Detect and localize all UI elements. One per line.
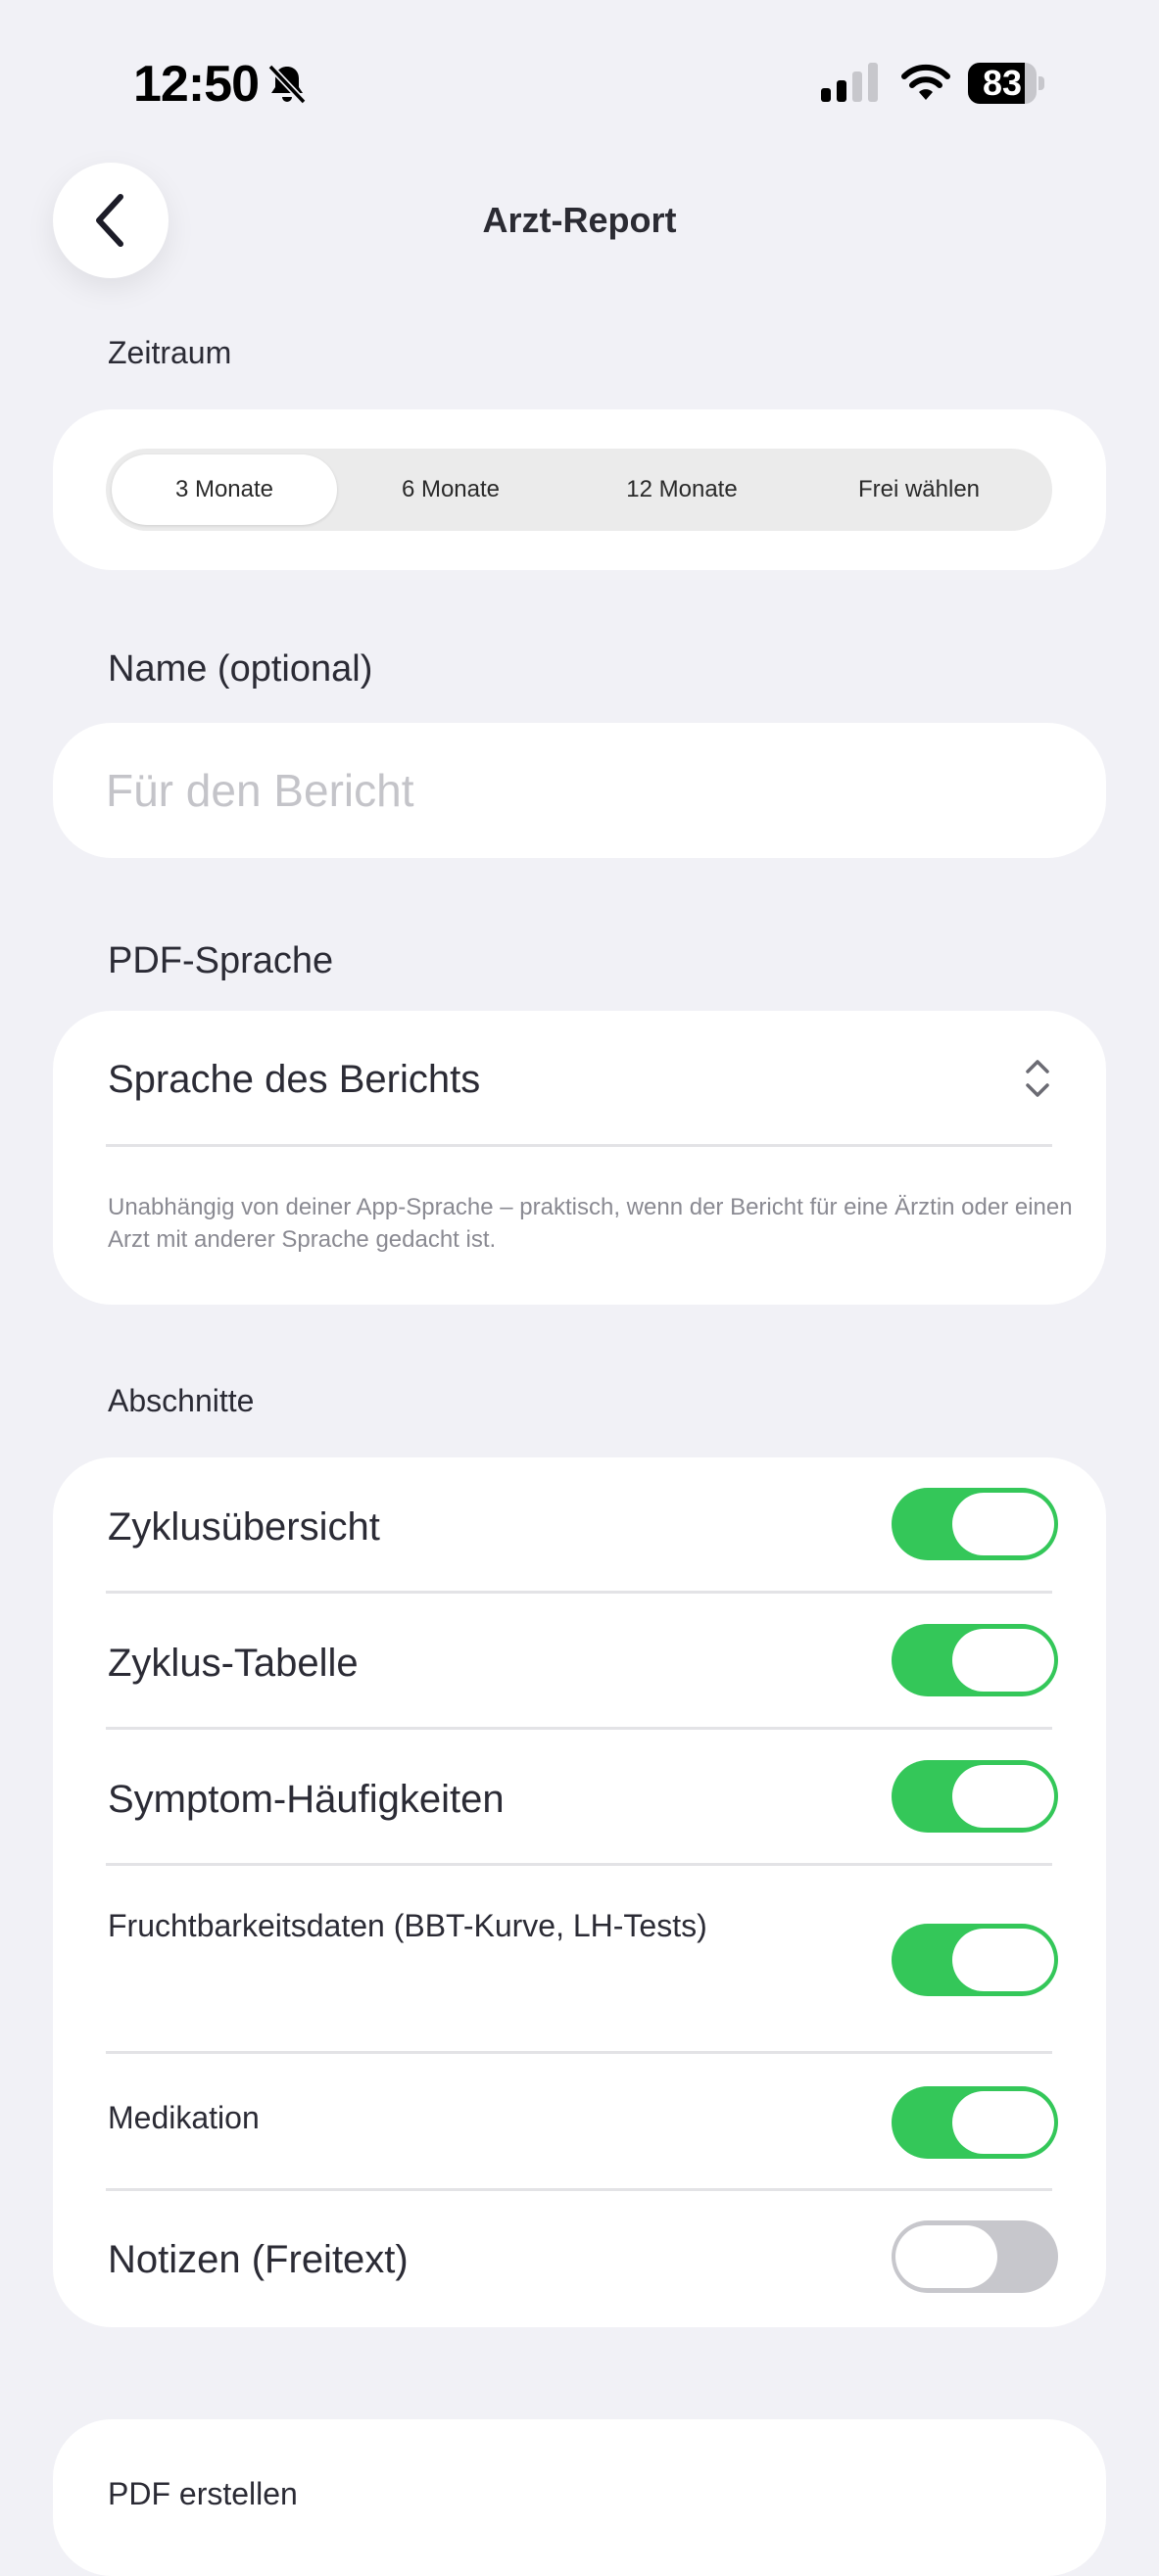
segment-12-monate[interactable]: 12 Monate	[594, 449, 770, 531]
divider	[106, 2188, 1052, 2191]
section-row-label: Zyklus-Tabelle	[108, 1642, 359, 1685]
battery-icon: 83	[968, 63, 1046, 104]
toggle-zyklus-tabelle[interactable]	[892, 1624, 1058, 1696]
section-row-label: Symptom-Häufigkeiten	[108, 1778, 505, 1821]
cellular-signal-icon	[821, 61, 882, 104]
sprache-picker[interactable]: Sprache des Berichts	[53, 1011, 1106, 1144]
pdf-sprache-label: PDF-Sprache	[108, 940, 334, 981]
pdf-erstellen-card[interactable]: PDF erstellen	[53, 2419, 1106, 2576]
toggle-knob	[952, 1929, 1054, 1991]
bell-slash-icon	[266, 63, 308, 106]
pdf-sprache-card: Sprache des Berichts Unabhängig von dein…	[53, 1011, 1106, 1305]
segment-3-monate[interactable]: 3 Monate	[112, 454, 337, 525]
zeitraum-card: 3 Monate 6 Monate 12 Monate Frei wählen	[53, 409, 1106, 570]
toggle-knob	[952, 1493, 1054, 1555]
section-row-label: Fruchtbarkeitsdaten (BBT-Kurve, LH-Tests…	[108, 1908, 707, 1943]
toggle-fruchtbarkeitsdaten[interactable]	[892, 1924, 1058, 1996]
toggle-zyklusuebersicht[interactable]	[892, 1488, 1058, 1560]
wifi-icon	[899, 63, 952, 104]
name-input[interactable]	[106, 723, 1046, 858]
section-row-label: Notizen (Freitext)	[108, 2238, 409, 2281]
sprache-hint: Unabhängig von deiner App-Sprache – prak…	[108, 1194, 1073, 1253]
segment-frei-waehlen[interactable]: Frei wählen	[821, 449, 1017, 531]
battery-percentage: 83	[982, 63, 1023, 103]
abschnitte-label: Abschnitte	[108, 1383, 255, 1418]
toggle-knob	[952, 1765, 1054, 1828]
chevron-up-down-icon	[1026, 1060, 1049, 1097]
toggle-knob	[952, 2091, 1054, 2154]
segment-6-monate[interactable]: 6 Monate	[362, 449, 539, 531]
divider	[106, 1144, 1052, 1147]
divider	[106, 1863, 1052, 1866]
toggle-knob	[952, 1629, 1054, 1692]
section-row-label: Zyklusübersicht	[108, 1505, 380, 1549]
section-row-label: Medikation	[108, 2100, 260, 2135]
toggle-medikation[interactable]	[892, 2086, 1058, 2159]
zeitraum-segmented-control: 3 Monate 6 Monate 12 Monate Frei wählen	[106, 449, 1052, 531]
status-time: 12:50	[133, 56, 260, 113]
abschnitte-card: Zyklusübersicht Zyklus-Tabelle Symptom-H…	[53, 1457, 1106, 2327]
divider	[106, 1727, 1052, 1730]
sprache-picker-label: Sprache des Berichts	[108, 1058, 481, 1101]
toggle-notizen[interactable]	[892, 2220, 1058, 2293]
zeitraum-label: Zeitraum	[108, 335, 232, 370]
name-card	[53, 723, 1106, 858]
divider	[106, 1591, 1052, 1594]
pdf-erstellen-label: PDF erstellen	[108, 2476, 298, 2511]
toggle-knob	[895, 2225, 997, 2288]
divider	[106, 2051, 1052, 2054]
name-label: Name (optional)	[108, 648, 373, 690]
toggle-symptom-haeufigkeiten[interactable]	[892, 1760, 1058, 1833]
page-title: Arzt-Report	[482, 200, 677, 240]
